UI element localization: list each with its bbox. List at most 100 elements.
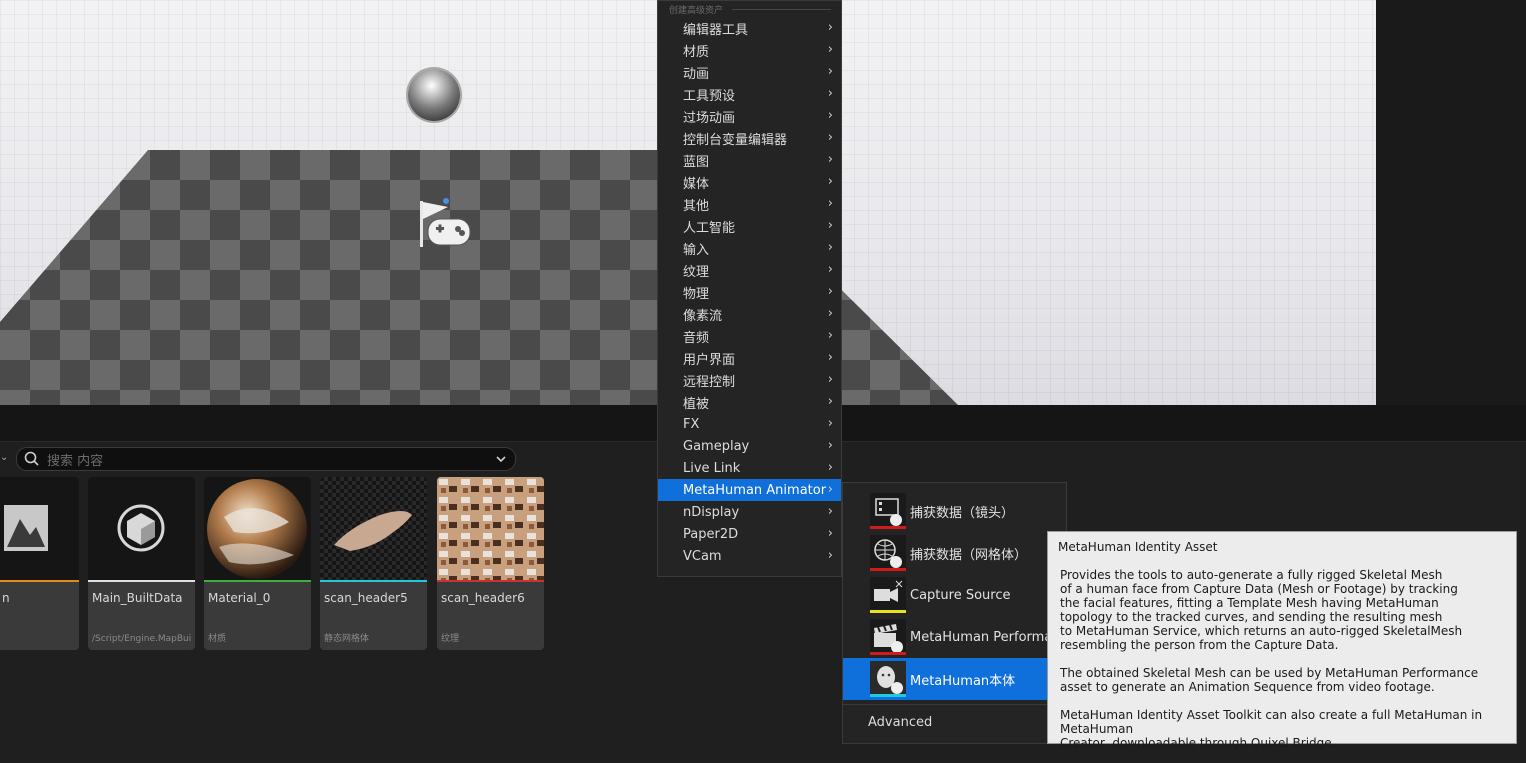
search-icon — [24, 451, 39, 466]
asset-type: /Script/Engine.MapBuil... — [92, 634, 192, 644]
chevron-right-icon: › — [827, 174, 833, 189]
menu-item-pixel-streaming[interactable]: 像素流 › — [658, 303, 841, 325]
chevron-right-icon: › — [827, 438, 833, 453]
asset-type-underline — [870, 652, 906, 655]
create-advanced-asset-menu: 创建高级资产 编辑器工具 › 材质 › 动画 › 工具预设 › 过场动画 › 控制台变量编… — [657, 0, 842, 577]
chevron-right-icon: › — [827, 328, 833, 343]
asset-tile[interactable]: scan_header6 纹理 — [437, 477, 544, 650]
submenu-item-label: 捕获数据（镜头） — [910, 505, 1015, 521]
chevron-right-icon: › — [827, 394, 833, 409]
scan-texture — [437, 477, 544, 580]
menu-item-texture[interactable]: 纹理 › — [658, 259, 841, 281]
asset-type-underline — [870, 610, 906, 613]
asset-type-underline — [870, 694, 906, 697]
chevron-right-icon: › — [827, 460, 833, 475]
search-options-chevron-icon[interactable] — [495, 453, 507, 465]
cube-icon — [88, 477, 195, 580]
menu-item-misc[interactable]: 其他 › — [658, 193, 841, 215]
asset-type-underline — [870, 568, 906, 571]
chevron-right-icon: › — [827, 42, 833, 57]
viewport-side-strip — [1376, 0, 1526, 405]
asset-name: n — [2, 591, 10, 605]
chevron-right-icon: › — [827, 262, 833, 277]
asset-name: scan_header6 — [441, 591, 525, 605]
chevron-right-icon: › — [827, 130, 833, 145]
menu-item-editor-tools[interactable]: 编辑器工具 › — [658, 17, 841, 39]
chevron-right-icon: › — [827, 306, 833, 321]
menu-item-user-interface[interactable]: 用户界面 › — [658, 347, 841, 369]
menu-item-ai[interactable]: 人工智能 › — [658, 215, 841, 237]
menu-item-console-variables[interactable]: 控制台变量编辑器 › — [658, 127, 841, 149]
capture-footage-icon — [870, 493, 906, 529]
search-input[interactable]: 搜索 内容 — [16, 447, 516, 471]
asset-type: 纹理 — [441, 634, 460, 644]
menu-section-header: 创建高级资产 — [658, 1, 841, 17]
chevron-right-icon: › — [827, 284, 833, 299]
asset-tooltip: MetaHuman Identity Asset Provides the to… — [1047, 531, 1517, 750]
capture-mesh-icon — [870, 535, 906, 571]
asset-name: Material_0 — [208, 591, 271, 605]
chevron-right-icon: › — [827, 20, 833, 35]
submenu-item-label: MetaHuman Performance — [910, 629, 1066, 645]
chevron-down-icon[interactable]: ⌄ — [0, 452, 8, 463]
chevron-right-icon: › — [827, 350, 833, 365]
chevron-right-icon: › — [827, 504, 833, 519]
asset-tile[interactable]: scan_header5 静态网格体 — [320, 477, 427, 650]
chevron-right-icon: › — [827, 526, 833, 541]
material-sphere — [204, 477, 311, 580]
menu-item-media[interactable]: 媒体 › — [658, 171, 841, 193]
chevron-right-icon: › — [827, 196, 833, 211]
menu-item-live-link[interactable]: Live Link › — [658, 457, 841, 479]
submenu-item-metahuman-performance[interactable]: MetaHuman Performance — [843, 616, 1066, 658]
performance-icon — [870, 619, 906, 655]
submenu-item-label: 捕获数据（网格体） — [910, 547, 1028, 563]
menu-item-animation[interactable]: 动画 › — [658, 61, 841, 83]
texture-icon — [0, 477, 79, 580]
identity-icon — [870, 661, 906, 697]
capture-source-icon — [870, 577, 906, 613]
sky-sphere[interactable] — [408, 69, 460, 121]
asset-tile[interactable]: n — [0, 477, 79, 650]
submenu-item-capture-source[interactable]: Capture Source — [843, 574, 1066, 616]
submenu-item-label: Capture Source — [910, 587, 1011, 603]
menu-item-vcam[interactable]: VCam › — [658, 545, 841, 567]
asset-type-underline — [870, 526, 906, 529]
chevron-right-icon: › — [827, 416, 833, 431]
menu-item-remote-control[interactable]: 远程控制 › — [658, 369, 841, 391]
submenu-item-metahuman-identity[interactable]: MetaHuman本体 — [843, 658, 1066, 700]
player-start-icon[interactable] — [418, 197, 472, 251]
asset-tile[interactable]: Material_0 材质 — [204, 477, 311, 650]
menu-item-cinematics[interactable]: 过场动画 › — [658, 105, 841, 127]
menu-item-paper2d[interactable]: Paper2D › — [658, 523, 841, 545]
chevron-right-icon: › — [827, 108, 833, 123]
menu-item-ndisplay[interactable]: nDisplay › — [658, 501, 841, 523]
menu-item-foliage[interactable]: 植被 › — [658, 391, 841, 413]
chevron-right-icon: › — [827, 218, 833, 233]
chevron-right-icon: › — [827, 240, 833, 255]
asset-tile[interactable]: Main_BuiltData /Script/Engine.MapBuil... — [88, 477, 195, 650]
chevron-right-icon: › — [827, 372, 833, 387]
asset-type: 静态网格体 — [324, 634, 370, 644]
tooltip-description: Provides the tools to auto-generate a fu… — [1060, 568, 1483, 750]
metahuman-animator-submenu: 捕获数据（镜头） 捕获数据（网格体） Capture Source MetaHu… — [842, 482, 1067, 744]
chevron-right-icon: › — [827, 64, 833, 79]
menu-item-input[interactable]: 输入 › — [658, 237, 841, 259]
asset-type: 材质 — [208, 634, 227, 644]
menu-item-fx[interactable]: FX › — [658, 413, 841, 435]
scan-mesh — [320, 477, 427, 580]
menu-item-metahuman-animator[interactable]: MetaHuman Animator › — [658, 479, 841, 501]
asset-name: scan_header5 — [324, 591, 408, 605]
menu-item-tool-presets[interactable]: 工具预设 › — [658, 83, 841, 105]
menu-item-physics[interactable]: 物理 › — [658, 281, 841, 303]
submenu-item-label: MetaHuman本体 — [910, 673, 1016, 689]
chevron-right-icon: › — [827, 482, 833, 497]
submenu-item-capture-mesh[interactable]: 捕获数据（网格体） — [843, 532, 1066, 574]
tooltip-title: MetaHuman Identity Asset — [1058, 540, 1218, 554]
submenu-item-capture-footage[interactable]: 捕获数据（镜头） — [843, 490, 1066, 532]
menu-item-gameplay[interactable]: Gameplay › — [658, 435, 841, 457]
chevron-right-icon: › — [827, 86, 833, 101]
menu-item-materials[interactable]: 材质 › — [658, 39, 841, 61]
menu-item-audio[interactable]: 音频 › — [658, 325, 841, 347]
menu-item-blueprint[interactable]: 蓝图 › — [658, 149, 841, 171]
submenu-item-advanced[interactable]: Advanced — [843, 705, 1066, 739]
